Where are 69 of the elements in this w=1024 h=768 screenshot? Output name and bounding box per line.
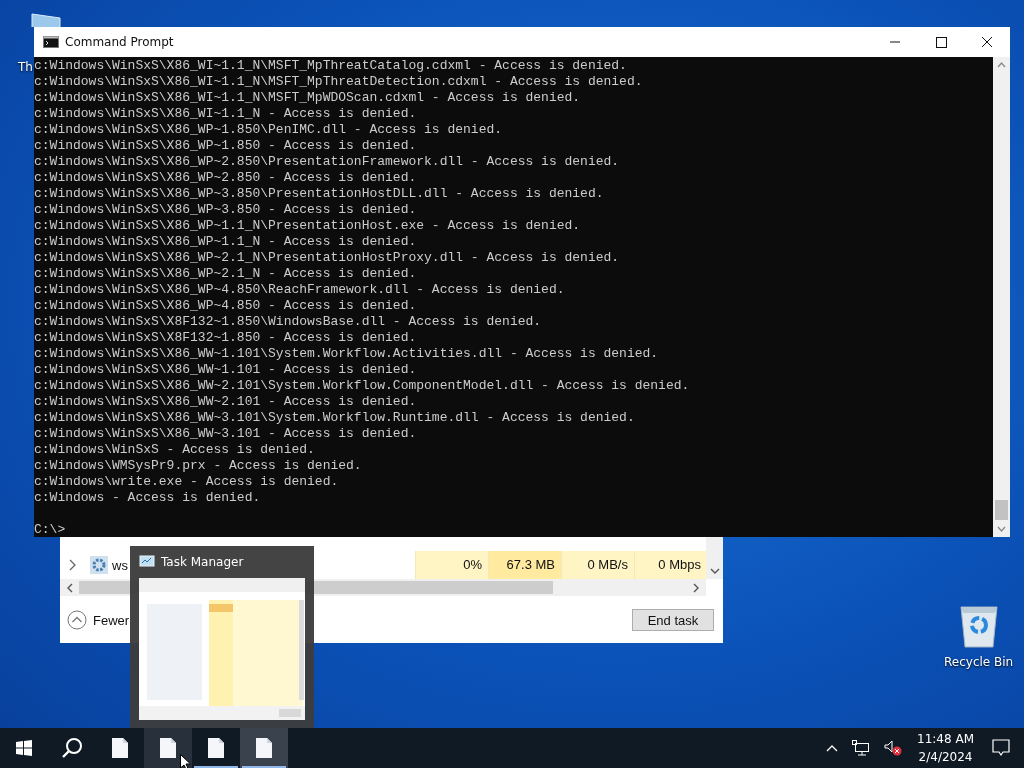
- cpu-cell: 0%: [415, 551, 488, 579]
- scrollbar-thumb[interactable]: [995, 500, 1008, 520]
- console-line: c:Windows\WinSxS\X86_WW~3.101\System.Workflow.Runtime.dll - Access is denied.: [34, 410, 636, 426]
- document-icon: [160, 738, 176, 758]
- scroll-right-icon[interactable]: [693, 582, 700, 593]
- console-line: c:Windows\WinSxS\X86_WP~2.850\PresentationFramework.dll - Access is denied.: [34, 154, 621, 170]
- command-prompt-line[interactable]: C:\>: [34, 522, 993, 538]
- console-line: c:Windows\WinSxS\X86_WP~1.1_N\PresentationHost.exe - Access is denied.: [34, 218, 582, 234]
- console-line: c:Windows\WinSxS\X86_WW~3.101 - Access is denied.: [34, 426, 418, 442]
- console-line: c:Windows\WinSxS - Access is denied.: [34, 442, 316, 458]
- console-line: c:Windows\WinSxS\X86_WI~1.1_N\MSFT_MpThreatDetection.cdxml - Access is denied.: [34, 74, 644, 90]
- console-icon: [43, 36, 59, 48]
- memory-cell: 67.3 MB: [488, 551, 561, 579]
- console-line: c:Windows\write.exe - Access is denied.: [34, 474, 340, 490]
- gear-icon: [90, 556, 108, 574]
- console-line: c:Windows\WinSxS\X86_WP~4.850 - Access is denied.: [34, 298, 418, 314]
- scroll-down-icon[interactable]: [997, 526, 1006, 532]
- search-icon[interactable]: [61, 737, 83, 759]
- vertical-scrollbar[interactable]: [993, 57, 1010, 537]
- notification-icon[interactable]: [992, 739, 1010, 757]
- process-name: ws: [112, 557, 128, 573]
- console-line: c:Windows\WinSxS\X86_WI~1.1_N\MSFT_MpThreatCatalog.cdxml - Access is denied.: [34, 58, 628, 74]
- console-line: c:Windows - Access is denied.: [34, 490, 262, 506]
- console-line: c:Windows\WinSxS\X8F132~1.850\WindowsBase.dll - Access is denied.: [34, 314, 543, 330]
- console-line: c:Windows\WinSxS\X86_WW~1.101\System.Workflow.Activities.dll - Access is denied.: [34, 346, 660, 362]
- document-icon: [112, 738, 128, 758]
- console-line: c:Windows\WinSxS\X86_WP~1.850\PenIMC.dll - Access is denied.: [34, 122, 504, 138]
- taskbar-app-button[interactable]: [144, 728, 192, 768]
- console-line: c:Windows\WMSysPr9.prx - Access is denied.: [34, 458, 363, 474]
- monitor-icon: [139, 555, 155, 569]
- console-line: c:Windows\WinSxS\X86_WW~1.101 - Access is denied.: [34, 362, 418, 378]
- console-line: c:Windows\WinSxS\X86_WP~3.850\PresentationHostDLL.dll - Access is denied.: [34, 186, 605, 202]
- scroll-down-icon[interactable]: [709, 568, 720, 575]
- document-icon: [208, 738, 224, 758]
- collapse-circle-icon[interactable]: [67, 610, 87, 630]
- console-line: c:Windows\WinSxS\X86_WP~1.1_N - Access is denied.: [34, 234, 418, 250]
- recycle-bin-icon[interactable]: [958, 603, 999, 649]
- console-line: c:Windows\WinSxS\X86_WP~2.850 - Access is denied.: [34, 170, 418, 186]
- console-line: c:Windows\WinSxS\X86_WP~4.850\ReachFramework.dll - Access is denied.: [34, 282, 566, 298]
- vertical-scrollbar[interactable]: [706, 537, 723, 579]
- chevron-up-icon[interactable]: [826, 744, 839, 752]
- console-line: c:Windows\WinSxS\X86_WP~3.850 - Access is denied.: [34, 202, 418, 218]
- scroll-up-icon[interactable]: [997, 62, 1006, 68]
- console-line: c:Windows\WinSxS\X86_WW~2.101 - Access is denied.: [34, 394, 418, 410]
- network-icon[interactable]: [852, 740, 871, 756]
- console-line: c:Windows\WinSxS\X86_WI~1.1_N - Access is denied.: [34, 106, 418, 122]
- scroll-left-icon[interactable]: [66, 582, 73, 593]
- clock-time[interactable]: 11:48 AM: [917, 730, 974, 748]
- console-line: c:Windows\WinSxS\X86_WP~2.1_N\PresentationHostProxy.dll - Access is denied.: [34, 250, 621, 266]
- console-line: c:Windows\WinSxS\X86_WW~2.101\System.Workflow.ComponentModel.dll - Access is denied.: [34, 378, 691, 394]
- disk-cell: 0 MB/s: [561, 551, 634, 579]
- start-icon[interactable]: [16, 740, 32, 756]
- muted-speaker-icon[interactable]: [884, 740, 903, 756]
- console-line: c:Windows\WinSxS\X8F132~1.850 - Access is denied.: [34, 330, 418, 346]
- network-cell: 0 Mbps: [634, 551, 707, 579]
- console-line: c:Windows\WinSxS\X86_WI~1.1_N\MSFT_MpWDOScan.cdxml - Access is denied.: [34, 90, 582, 106]
- taskbar-app-button[interactable]: [240, 728, 288, 768]
- desktop-icon-label[interactable]: Th: [18, 60, 33, 74]
- fewer-details-link[interactable]: Fewer: [93, 612, 130, 628]
- clock-date[interactable]: 2/4/2024: [918, 748, 973, 766]
- document-icon: [256, 738, 272, 758]
- window-title: Command Prompt: [65, 35, 174, 49]
- preview-title: Task Manager: [161, 555, 244, 569]
- expand-chevron-icon[interactable]: [69, 559, 77, 571]
- console-line: c:Windows\WinSxS\X86_WP~1.850 - Access is denied.: [34, 138, 418, 154]
- desktop-icon-label[interactable]: Recycle Bin: [944, 655, 1014, 669]
- end-task-button[interactable]: End task: [632, 609, 714, 631]
- console-line: c:Windows\WinSxS\X86_WP~2.1_N - Access is denied.: [34, 266, 418, 282]
- mouse-cursor-icon: [180, 754, 191, 768]
